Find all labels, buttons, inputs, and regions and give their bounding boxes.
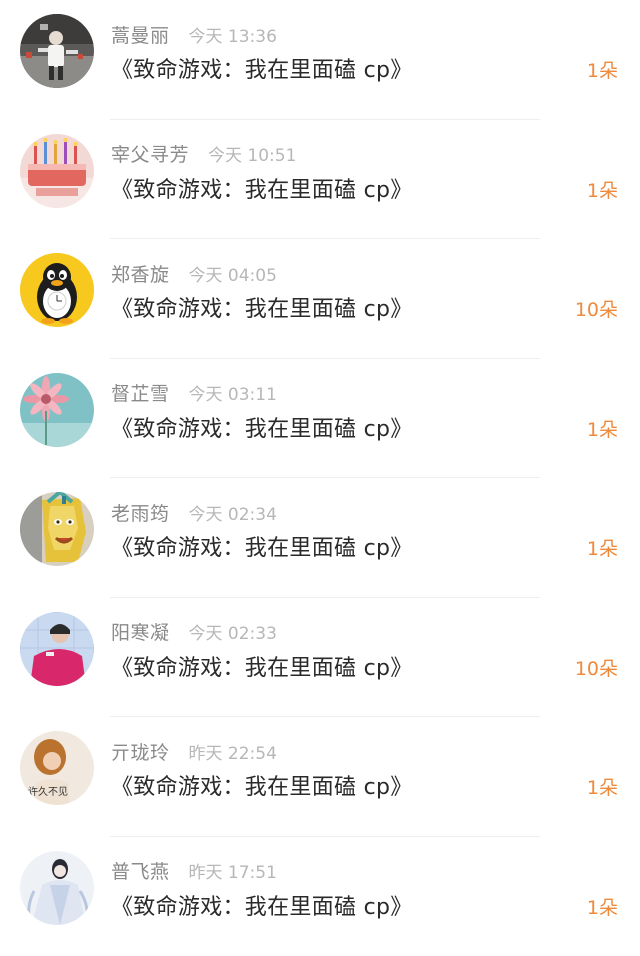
- avatar[interactable]: [20, 373, 94, 447]
- flower-count: 10朵: [575, 295, 618, 322]
- list-item[interactable]: 督芷雪 今天 03:11 《致命游戏：我在里面磕 cp》 1朵: [0, 359, 640, 479]
- record-meta: 郑香旋 今天 04:05: [111, 261, 277, 285]
- list-item[interactable]: 普飞燕 昨天 17:51 《致命游戏：我在里面磕 cp》 1朵: [0, 837, 640, 956]
- record-meta: 督芷雪 今天 03:11: [111, 381, 277, 405]
- avatar[interactable]: [20, 14, 94, 88]
- avatar[interactable]: [20, 253, 94, 327]
- sender-name[interactable]: 阳寒凝: [111, 618, 170, 645]
- birthday-cake-avatar-icon: [20, 134, 94, 208]
- flower-count: 1朵: [587, 893, 618, 920]
- avatar[interactable]: 许久不见: [20, 731, 94, 805]
- timestamp: 今天 02:33: [189, 619, 277, 644]
- gift-record-list: 蒿曼丽 今天 13:36 《致命游戏：我在里面磕 cp》 1朵: [0, 0, 640, 956]
- timestamp: 今天 03:11: [189, 380, 277, 405]
- boy-pink-shirt-avatar-icon: [20, 612, 94, 686]
- book-title[interactable]: 《致命游戏：我在里面磕 cp》: [111, 52, 413, 84]
- flower-count: 1朵: [587, 534, 618, 561]
- sender-name[interactable]: 宰父寻芳: [111, 140, 189, 167]
- pink-flower-avatar-icon: [20, 373, 94, 447]
- record-meta: 老雨筠 今天 02:34: [111, 500, 277, 524]
- timestamp: 昨天 17:51: [189, 858, 277, 883]
- list-item[interactable]: 阳寒凝 今天 02:33 《致命游戏：我在里面磕 cp》 10朵: [0, 598, 640, 718]
- list-item[interactable]: 宰父寻芳 今天 10:51 《致命游戏：我在里面磕 cp》 1朵: [0, 120, 640, 240]
- record-meta: 蒿曼丽 今天 13:36: [111, 22, 277, 46]
- avatar[interactable]: [20, 134, 94, 208]
- timestamp: 昨天 22:54: [189, 739, 277, 764]
- record-meta: 阳寒凝 今天 02:33: [111, 620, 277, 644]
- timestamp: 今天 10:51: [208, 141, 296, 166]
- book-title[interactable]: 《致命游戏：我在里面磕 cp》: [111, 769, 413, 801]
- flower-count: 10朵: [575, 654, 618, 681]
- flower-count: 1朵: [587, 56, 618, 83]
- flower-count: 1朵: [587, 176, 618, 203]
- record-meta: 宰父寻芳 今天 10:51: [111, 142, 296, 166]
- ancient-costume-avatar-icon: [20, 851, 94, 925]
- sender-name[interactable]: 老雨筠: [111, 499, 170, 526]
- sender-name[interactable]: 普飞燕: [111, 857, 170, 884]
- book-title[interactable]: 《致命游戏：我在里面磕 cp》: [111, 172, 413, 204]
- book-title[interactable]: 《致命游戏：我在里面磕 cp》: [111, 889, 413, 921]
- sender-name[interactable]: 郑香旋: [111, 260, 170, 287]
- list-item[interactable]: 郑香旋 今天 04:05 《致命游戏：我在里面磕 cp》 10朵: [0, 239, 640, 359]
- list-item[interactable]: 许久不见 亓珑玲 昨天 22:54 《致命游戏：我在里面磕 cp》 1朵: [0, 717, 640, 837]
- avatar[interactable]: [20, 612, 94, 686]
- person-photo-avatar-icon: [20, 14, 94, 88]
- flower-count: 1朵: [587, 773, 618, 800]
- avatar[interactable]: [20, 492, 94, 566]
- list-item[interactable]: 老雨筠 今天 02:34 《致命游戏：我在里面磕 cp》 1朵: [0, 478, 640, 598]
- book-title[interactable]: 《致命游戏：我在里面磕 cp》: [111, 411, 413, 443]
- sender-name[interactable]: 亓珑玲: [111, 738, 170, 765]
- avatar[interactable]: [20, 851, 94, 925]
- record-meta: 亓珑玲 昨天 22:54: [111, 739, 277, 763]
- timestamp: 今天 13:36: [189, 22, 277, 47]
- record-meta: 普飞燕 昨天 17:51: [111, 859, 277, 883]
- cartoon-face-avatar-icon: [20, 492, 94, 566]
- list-item[interactable]: 蒿曼丽 今天 13:36 《致命游戏：我在里面磕 cp》 1朵: [0, 0, 640, 120]
- flower-count: 1朵: [587, 415, 618, 442]
- timestamp: 今天 04:05: [189, 261, 277, 286]
- timestamp: 今天 02:34: [189, 500, 277, 525]
- book-title[interactable]: 《致命游戏：我在里面磕 cp》: [111, 530, 413, 562]
- sender-name[interactable]: 督芷雪: [111, 379, 170, 406]
- book-title[interactable]: 《致命游戏：我在里面磕 cp》: [111, 291, 413, 323]
- book-title[interactable]: 《致命游戏：我在里面磕 cp》: [111, 650, 413, 682]
- sender-name[interactable]: 蒿曼丽: [111, 21, 170, 48]
- penguin-avatar-icon: [20, 253, 94, 327]
- avatar-caption: 许久不见: [28, 786, 68, 798]
- girl-photo-avatar-icon: 许久不见: [20, 731, 94, 805]
